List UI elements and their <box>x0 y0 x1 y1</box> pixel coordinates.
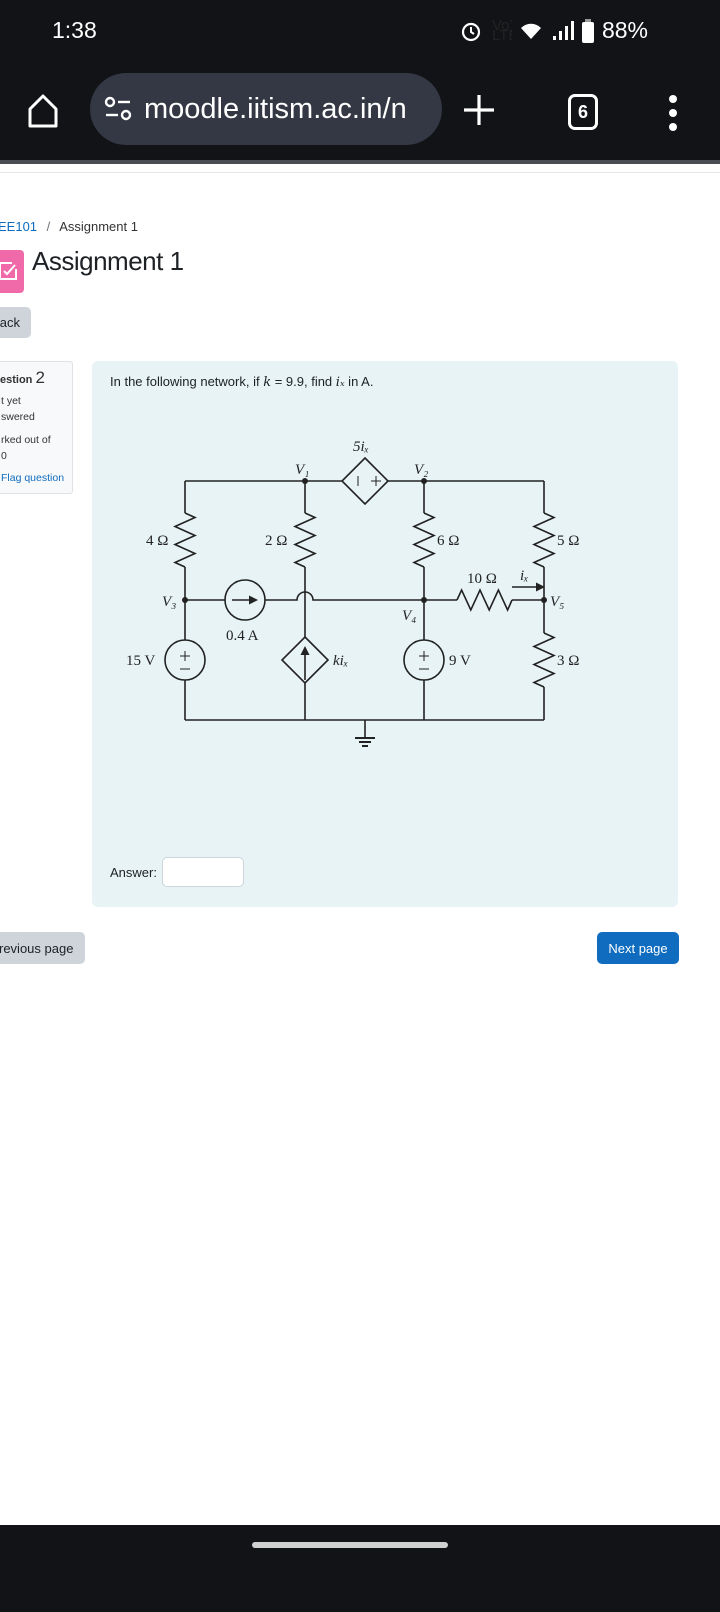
status-icons: Vo)LTE 88% <box>460 17 648 44</box>
page-title: Assignment 1 <box>32 246 184 276</box>
question-number: 2 <box>35 368 45 387</box>
label-i1: 0.4 A <box>226 628 259 644</box>
ground-icon <box>355 737 375 747</box>
alarm-icon <box>461 22 481 41</box>
node-v2 <box>421 478 427 484</box>
previous-page-button[interactable]: revious page <box>0 932 85 964</box>
breadcrumb-separator: / <box>46 219 51 234</box>
tabs-button[interactable]: 6 <box>568 94 598 130</box>
breadcrumb: EE101 / Assignment 1 <box>0 219 138 234</box>
label-vs1: 15 V <box>126 653 155 669</box>
question-text: In the following network, if k = 9.9, fi… <box>110 374 374 390</box>
resistor-10ohm <box>456 588 513 612</box>
page-top-divider <box>0 172 720 173</box>
node-v4 <box>421 597 427 603</box>
node-v5 <box>541 597 547 603</box>
dependent-voltage-source <box>340 456 390 506</box>
system-nav-bar <box>0 1525 720 1612</box>
next-page-button[interactable]: Next page <box>597 932 679 964</box>
label-v5: V₅ <box>550 594 564 610</box>
question-info-panel: estion 2 t yet swered rked out of 0 Flag q… <box>0 361 73 494</box>
battery-percent: 88% <box>601 17 648 43</box>
breadcrumb-current: Assignment 1 <box>59 219 138 234</box>
label-dep-isrc: kiₓ <box>333 653 348 669</box>
signal-icon <box>552 20 574 40</box>
status-bar: 1:38 Vo)LTE 88% <box>0 0 720 65</box>
label-v1: V₁ <box>295 462 309 478</box>
node-v1 <box>302 478 308 484</box>
back-button-label: ack <box>0 315 20 330</box>
answer-input[interactable] <box>162 857 244 887</box>
tab-count: 6 <box>577 101 588 122</box>
resistor-4ohm <box>173 512 197 568</box>
label-vs2: 9 V <box>449 653 471 669</box>
resistor-2ohm <box>293 512 317 568</box>
label-ix: iₓ <box>520 568 528 584</box>
question-marks: rked out of 0 <box>1 434 51 462</box>
resistor-6ohm <box>412 512 436 568</box>
question-status: t yet swered <box>1 395 35 423</box>
label-v2: V₂ <box>414 462 428 478</box>
volte-icon: Vo)LTE <box>492 20 512 42</box>
label-dep-vsrc: 5iₓ <box>353 439 369 455</box>
more-menu-icon[interactable] <box>668 93 678 133</box>
wire-middle <box>185 591 544 601</box>
battery-icon <box>581 18 594 43</box>
browser-toolbar: moodle.iitism.ac.in/n 6 <box>0 65 720 160</box>
label-v4: V₄ <box>402 608 416 624</box>
breadcrumb-course-link[interactable]: EE101 <box>0 219 37 234</box>
label-v3: V₃ <box>162 594 176 610</box>
answer-label: Answer: <box>110 865 157 880</box>
svg-text:LTE: LTE <box>492 27 512 42</box>
new-tab-plus-icon[interactable] <box>462 93 496 127</box>
resistor-3ohm <box>532 632 556 688</box>
url-text[interactable]: moodle.iitism.ac.in/n <box>144 93 428 126</box>
back-button[interactable]: ack <box>0 307 31 338</box>
toolbar-divider <box>0 160 720 164</box>
url-bar[interactable]: moodle.iitism.ac.in/n <box>90 73 442 145</box>
circuit-diagram: V₁ V₂ V₃ V₄ V₅ 5iₓ kiₓ iₓ 4 Ω 2 Ω 6 Ω 5 … <box>126 439 579 747</box>
status-time: 1:38 <box>52 17 97 43</box>
flag-question-link[interactable]: Flag question <box>1 472 64 484</box>
label-r4: 4 Ω <box>146 533 168 549</box>
question-number-label: estion 2 <box>0 368 45 387</box>
site-settings-icon[interactable] <box>104 96 132 122</box>
label-r6: 6 Ω <box>437 533 459 549</box>
wifi-icon <box>520 23 541 39</box>
label-r2: 2 Ω <box>265 533 287 549</box>
resistor-5ohm <box>532 512 556 568</box>
home-icon[interactable] <box>26 93 60 129</box>
label-r3: 3 Ω <box>557 653 579 669</box>
gesture-handle[interactable] <box>252 1542 448 1548</box>
previous-page-label: revious page <box>0 940 74 956</box>
label-r5: 5 Ω <box>557 533 579 549</box>
label-r10: 10 Ω <box>467 571 497 587</box>
assignment-icon <box>0 250 24 293</box>
node-v3 <box>182 597 188 603</box>
